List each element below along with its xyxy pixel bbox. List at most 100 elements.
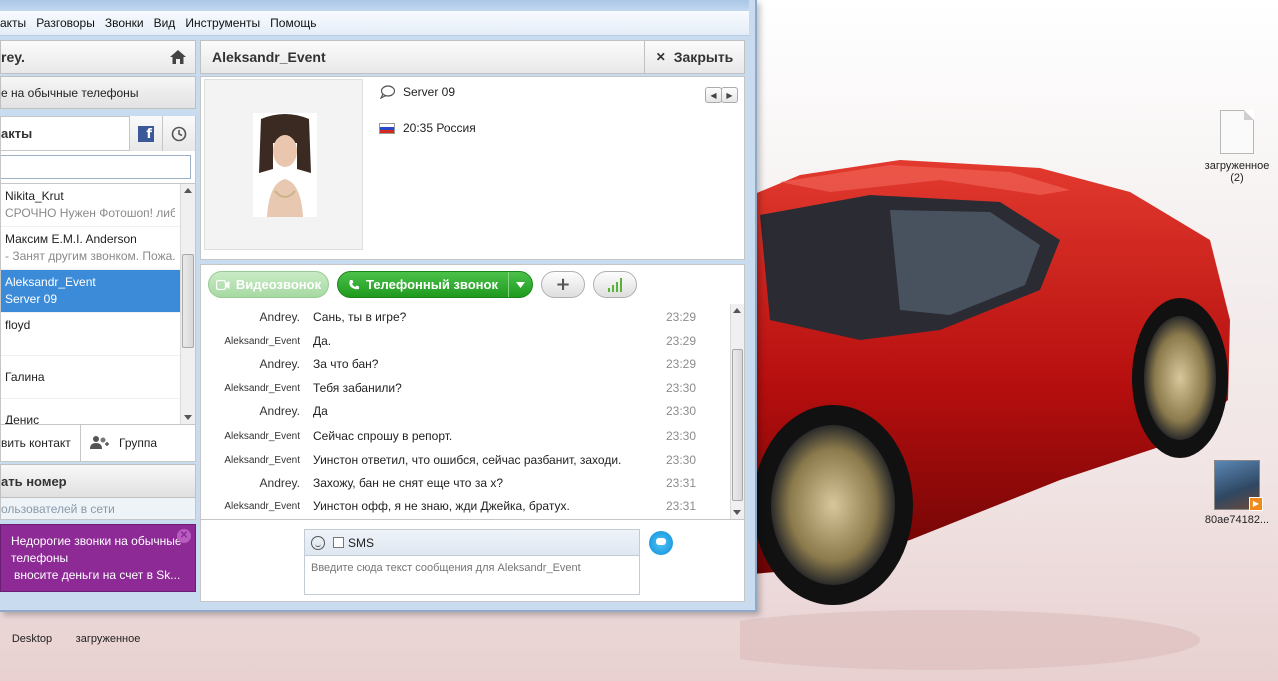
desktop-file-icon-2[interactable]: загруженное [68, 633, 148, 645]
video-camera-icon [215, 279, 230, 290]
video-call-button[interactable]: Видеозвонок [208, 271, 329, 298]
video-call-label: Видеозвонок [235, 277, 322, 292]
menu-conversations[interactable]: Разговоры [31, 16, 100, 30]
message-row: Aleksandr_Event Тебя забанили? 23:30 [201, 381, 726, 395]
contact-status: Server 09 [5, 292, 58, 306]
contact-item[interactable]: Максим E.M.I. Anderson - Занят другим зв… [1, 227, 195, 270]
promo-banner[interactable]: Недорогие звонки на обычные телефоны вно… [0, 524, 196, 592]
menu-tools[interactable]: Инструменты [180, 16, 265, 30]
message-text: Сейчас спрошу в репорт. [313, 429, 453, 443]
facebook-tab[interactable]: f [129, 116, 162, 151]
facebook-icon: f [138, 125, 154, 142]
group-icon [90, 436, 109, 449]
contact-item[interactable]: Nikita_Krut СРОЧНО Нужен Фотошоп! либ... [1, 184, 195, 227]
menu-calls[interactable]: Звонки [100, 16, 149, 30]
message-row: Aleksandr_Event Уинстон ответил, что оши… [201, 453, 726, 467]
online-users-count: ользователей в сети [0, 498, 196, 520]
mood-message: Server 09 [403, 85, 456, 99]
chevron-down-icon[interactable] [508, 272, 532, 297]
message-sender: Aleksandr_Event [224, 335, 300, 347]
menu-view[interactable]: Вид [149, 16, 181, 30]
message-row: Aleksandr_Event Да. 23:29 [201, 334, 726, 348]
russia-flag-icon [379, 122, 395, 134]
contact-item-selected[interactable]: Aleksandr_Event Server 09 [1, 270, 195, 313]
contact-list: Nikita_Krut СРОЧНО Нужен Фотошоп! либ...… [0, 183, 196, 425]
emoticon-icon[interactable] [311, 535, 325, 550]
message-row: Andrey. Да 23:30 [201, 404, 726, 418]
desktop-shortcut-icon[interactable]: Desktop [4, 633, 60, 645]
phone-call-main[interactable]: Телефонный звонок [338, 277, 508, 292]
message-scrollbar[interactable] [730, 304, 744, 519]
next-arrow-icon[interactable]: ▶ [721, 87, 738, 103]
contact-list-scrollbar[interactable] [180, 184, 195, 424]
close-conversation-button[interactable]: ✕ Закрыть [644, 41, 744, 73]
scroll-down-icon[interactable] [733, 510, 741, 515]
message-sender: Andrey. [259, 404, 300, 418]
create-group-button[interactable]: Группа [81, 425, 195, 461]
local-time: 20:35 Россия [403, 121, 476, 135]
contact-search-input[interactable] [1, 155, 191, 179]
desktop-photo-icon[interactable]: ▶ 80ae74182... [1200, 460, 1274, 526]
menu-contacts[interactable]: акты [0, 16, 31, 30]
message-row: Andrey. Сань, ты в игре? 23:29 [201, 310, 726, 324]
scroll-down-icon[interactable] [184, 415, 192, 420]
contact-actions: вить контакт Группа [0, 425, 196, 462]
message-sender: Aleksandr_Event [224, 430, 300, 442]
message-text: Да. [313, 334, 332, 348]
plus-icon: + [555, 273, 571, 295]
message-row: Andrey. Захожу, бан не снят еще что за х… [201, 476, 726, 490]
scroll-thumb[interactable] [732, 349, 743, 501]
message-time: 23:31 [666, 499, 697, 513]
profile-nav: ◀ ▶ [705, 87, 738, 103]
message-text: Уинстон офф, я не знаю, жди Джейка, брат… [313, 499, 570, 513]
prev-arrow-icon[interactable]: ◀ [705, 87, 722, 103]
close-label: Закрыть [673, 49, 734, 65]
menu-help[interactable]: Помощь [265, 16, 321, 30]
message-input[interactable] [305, 556, 639, 594]
contact-name: floyd [5, 318, 31, 332]
add-contact-button[interactable]: вить контакт [1, 425, 81, 461]
desktop-file-icon[interactable]: загруженное (2) [1197, 110, 1277, 184]
play-icon: ▶ [1249, 497, 1263, 511]
contact-name: Галина [5, 370, 45, 384]
contact-status: СРОЧНО Нужен Фотошоп! либ... [5, 206, 175, 220]
add-participant-button[interactable]: + [541, 271, 585, 298]
mood-row: Server 09 [379, 85, 455, 99]
skype-window: акты Разговоры Звонки Вид Инструменты По… [0, 0, 757, 612]
call-phones-button[interactable]: е на обычные телефоны [0, 76, 196, 109]
dial-number-button[interactable]: ать номер [0, 464, 196, 498]
title-bar [0, 0, 749, 11]
message-time: 23:30 [666, 453, 697, 467]
contact-item[interactable]: floyd [1, 313, 195, 356]
send-message-icon[interactable] [649, 531, 673, 555]
avatar[interactable] [253, 113, 317, 217]
scroll-thumb[interactable] [182, 254, 194, 348]
group-label: Группа [119, 436, 158, 450]
close-icon[interactable]: ✕ [177, 529, 191, 543]
message-sender: Aleksandr_Event [224, 382, 300, 394]
contact-name: Aleksandr_Event [5, 275, 96, 289]
phone-call-button[interactable]: Телефонный звонок [337, 271, 533, 298]
contact-item[interactable]: Денис [1, 399, 195, 424]
message-text: Сань, ты в игре? [313, 310, 407, 324]
recent-tab[interactable] [162, 116, 195, 151]
scroll-up-icon[interactable] [184, 188, 192, 193]
compose-area: SMS [200, 520, 745, 602]
message-time: 23:29 [666, 357, 697, 371]
contacts-tab[interactable]: акты [1, 126, 129, 141]
sms-checkbox[interactable] [333, 537, 344, 548]
call-toolbar: Видеозвонок Телефонный звонок + [200, 264, 745, 304]
menu-bar: акты Разговоры Звонки Вид Инструменты По… [0, 11, 749, 36]
conversation-header: Aleksandr_Event ✕ Закрыть [200, 40, 745, 74]
message-time: 23:31 [666, 476, 697, 490]
message-text: Уинстон ответил, что ошибся, сейчас разб… [313, 453, 622, 467]
contact-name: Nikita_Krut [5, 189, 64, 203]
search-wrap [0, 151, 196, 183]
call-quality-button[interactable] [593, 271, 637, 298]
home-icon[interactable] [169, 49, 187, 65]
profile-bar[interactable]: rey. [0, 40, 196, 74]
message-sender: Andrey. [259, 310, 300, 324]
composer-toolbar: SMS [305, 530, 639, 556]
scroll-up-icon[interactable] [733, 308, 741, 313]
contact-item[interactable]: Галина [1, 356, 195, 399]
